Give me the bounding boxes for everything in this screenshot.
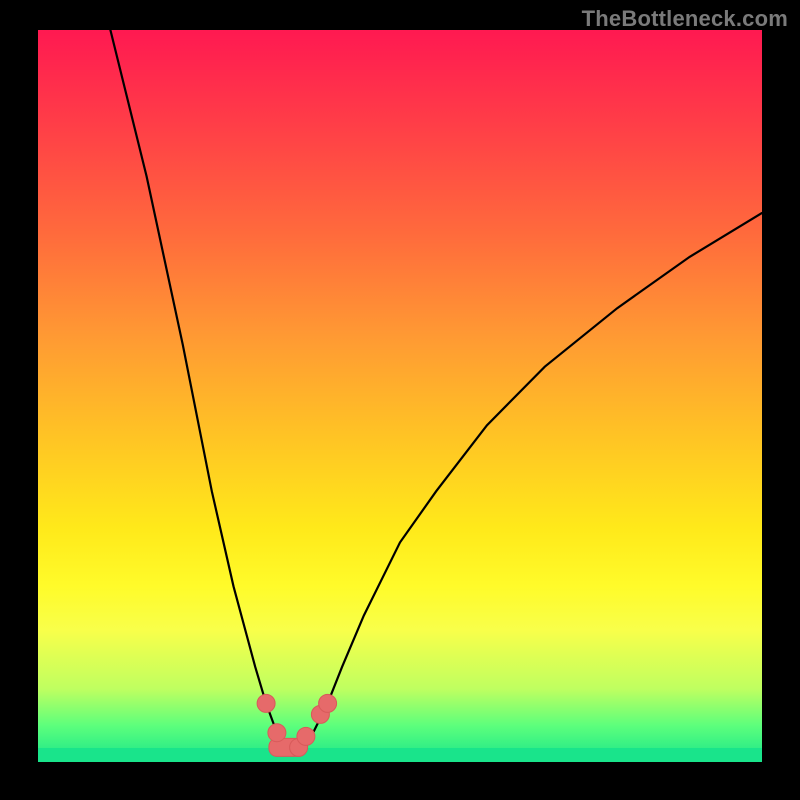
curve-left — [110, 30, 287, 747]
marker-dot — [257, 694, 275, 712]
curve-right — [288, 213, 762, 747]
chart-svg — [38, 30, 762, 762]
marker-dot — [297, 727, 315, 745]
marker-group — [257, 694, 337, 756]
marker-dot — [268, 724, 286, 742]
chart-plot-area — [38, 30, 762, 762]
bottleneck-curve — [110, 30, 762, 747]
watermark-text: TheBottleneck.com — [582, 6, 788, 32]
marker-dot — [319, 694, 337, 712]
